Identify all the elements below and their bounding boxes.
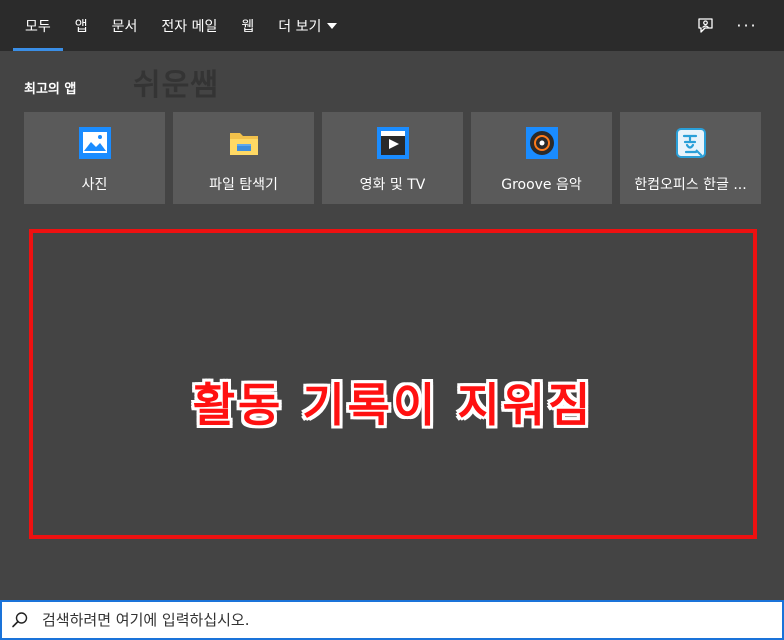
tab-all[interactable]: 모두 [13, 0, 63, 51]
tab-documents[interactable]: 문서 [100, 0, 150, 51]
app-tile-movies-tv[interactable]: 영화 및 TV [322, 112, 463, 204]
tab-apps[interactable]: 앱 [63, 0, 100, 51]
app-tile-file-explorer[interactable]: 파일 탐색기 [173, 112, 314, 204]
feedback-button[interactable] [684, 0, 726, 51]
file-explorer-icon [227, 126, 261, 160]
hancom-hangul-icon [674, 126, 708, 160]
tab-web-label: 웹 [241, 18, 255, 35]
app-tile-label: 영화 및 TV [359, 177, 426, 193]
activity-history-highlight: 활동 기록이 지워짐 [29, 229, 757, 539]
feedback-icon [698, 17, 713, 33]
filter-tabs: 모두 앱 문서 전자 메일 웹 더 보기 [0, 0, 349, 51]
more-options-icon: ··· [736, 16, 758, 35]
search-icon [2, 602, 38, 638]
app-tile-hancom-hangul[interactable]: 한컴오피스 한글 ... [620, 112, 761, 204]
photos-icon [78, 126, 112, 160]
app-tile-label: 파일 탐색기 [209, 177, 278, 193]
tab-more[interactable]: 더 보기 [266, 0, 349, 51]
top-actions: ··· [684, 0, 784, 51]
app-tile-label: 한컴오피스 한글 ... [634, 177, 747, 193]
top-apps-list: 사진 파일 탐색기 영화 및 TV Groove 음악 한컴오피스 한글 ... [24, 112, 761, 204]
app-tile-groove-music[interactable]: Groove 음악 [471, 112, 612, 204]
top-apps-heading: 최고의 앱 [24, 82, 77, 97]
annotation-text: 활동 기록이 지워짐 [192, 378, 594, 432]
app-tile-label: 사진 [81, 177, 108, 193]
watermark: 쉬운쌤 [133, 68, 219, 103]
tab-documents-label: 문서 [111, 18, 138, 35]
tab-apps-label: 앱 [74, 18, 88, 35]
tab-email-label: 전자 메일 [161, 18, 218, 35]
tab-more-label: 더 보기 [278, 18, 322, 35]
tab-all-label: 모두 [25, 18, 51, 35]
groove-music-icon [525, 126, 559, 160]
app-tile-photos[interactable]: 사진 [24, 112, 165, 204]
more-options-button[interactable]: ··· [726, 0, 768, 51]
search-bar [0, 600, 784, 640]
tab-web[interactable]: 웹 [229, 0, 266, 51]
app-tile-label: Groove 음악 [501, 177, 582, 193]
chevron-down-icon [327, 22, 338, 29]
movies-tv-icon [376, 126, 410, 160]
search-top-bar: 모두 앱 문서 전자 메일 웹 더 보기 ··· [0, 0, 784, 51]
tab-email[interactable]: 전자 메일 [149, 0, 229, 51]
search-input[interactable] [38, 602, 782, 638]
